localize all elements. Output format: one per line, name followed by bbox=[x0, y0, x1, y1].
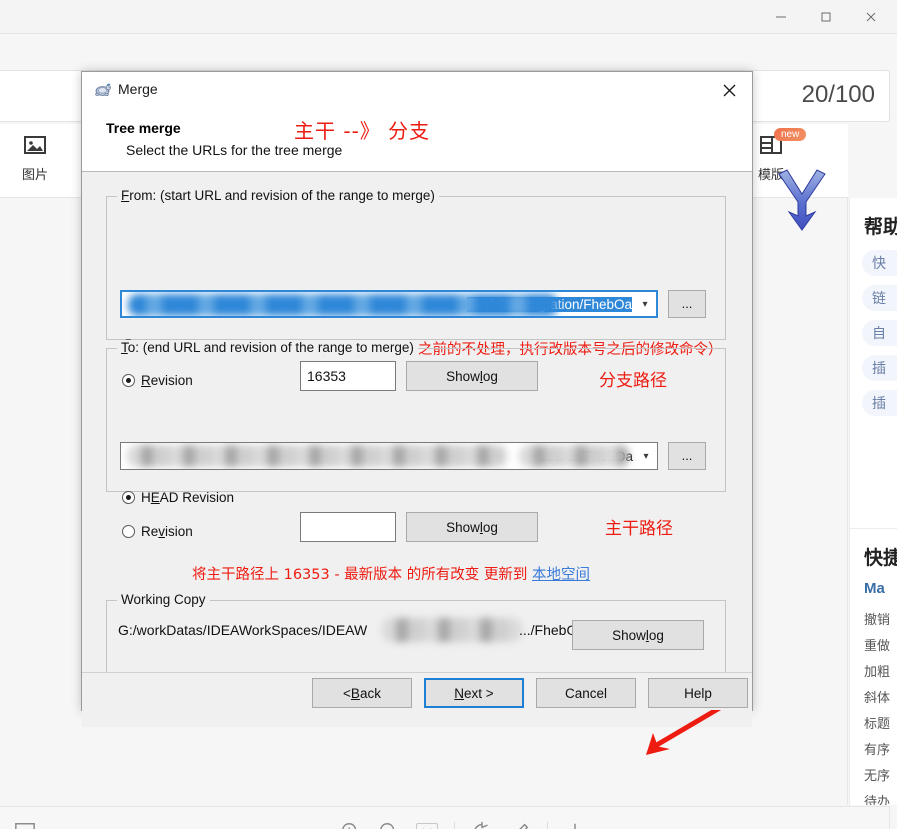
dialog-body: From: (start URL and revision of the ran… bbox=[82, 172, 752, 755]
from-browse-button[interactable]: ... bbox=[668, 290, 706, 318]
window-minimize-icon[interactable] bbox=[758, 0, 803, 34]
rotate-icon[interactable] bbox=[471, 821, 493, 829]
to-group-legend: To: (end URL and revision of the range t… bbox=[117, 340, 418, 355]
help-shortcut-item-7: 待办 bbox=[864, 794, 891, 805]
pencil-icon[interactable] bbox=[509, 821, 531, 829]
help-panel: 帮助 快 链 自 插 插 快捷 Ma 撤销 重做 加粗 斜体 标题 有序 无序 … bbox=[849, 198, 897, 805]
chevron-down-icon[interactable]: ▾ bbox=[635, 451, 657, 462]
to-head-revision-radio[interactable]: HEAD Revision bbox=[122, 490, 234, 505]
help-chip-0[interactable]: 快 bbox=[862, 250, 897, 276]
annotation-trunk-to-branch: 主干 --》 分支 bbox=[294, 119, 431, 143]
character-counter: 20/100 bbox=[801, 81, 875, 108]
working-copy-path: G:/workDatas/IDEAWorkSpaces/IDEAW bbox=[118, 622, 367, 638]
help-shortcut-item-1: 重做 bbox=[864, 638, 891, 653]
from-url-combobox[interactable]: FhebOaIntegration/FhebOa ▾ bbox=[120, 290, 658, 318]
help-shortcut-item-3: 斜体 bbox=[864, 690, 891, 705]
to-browse-button[interactable]: ... bbox=[668, 442, 706, 470]
annotation-local-workspace: 本地空间 bbox=[532, 567, 591, 583]
window-controls bbox=[758, 0, 893, 34]
working-copy-show-log-button[interactable]: Show l og bbox=[572, 620, 704, 650]
screen: 20/100 图片 new 模版 帮 快 链 自 插 插 快 Ma 撤销 重做 … bbox=[0, 0, 897, 829]
to-show-log-button[interactable]: Show l og bbox=[406, 512, 538, 542]
from-group-legend: From: (start URL and revision of the ran… bbox=[117, 188, 439, 203]
help-chip-1[interactable]: 链 bbox=[862, 285, 897, 311]
help-shortcut-item-4: 标题 bbox=[864, 716, 891, 731]
help-shortcut-item-2: 加粗 bbox=[864, 664, 891, 679]
to-revision-input[interactable] bbox=[300, 512, 396, 542]
from-url-redacted bbox=[128, 294, 558, 316]
help-button[interactable]: Help bbox=[648, 678, 748, 708]
help-chip-3[interactable]: 插 bbox=[862, 355, 897, 381]
merge-arrow-icon bbox=[774, 168, 830, 237]
next-button[interactable]: Next > bbox=[424, 678, 524, 708]
to-head-revision-label: HEAD Revision bbox=[141, 490, 235, 505]
dialog-heading: Tree merge bbox=[106, 120, 181, 136]
dialog-title-label: Merge bbox=[118, 81, 158, 97]
to-url-redacted-2 bbox=[519, 445, 629, 467]
actual-size-button[interactable]: 1:1 bbox=[416, 823, 438, 829]
to-head-revision-radio-mark bbox=[122, 491, 135, 504]
help-shortcut-subheading: Ma bbox=[864, 580, 885, 597]
window-maximize-icon[interactable] bbox=[803, 0, 848, 34]
merge-dialog: Merge Tree merge Select the URLs for the… bbox=[81, 71, 826, 755]
help-panel-heading: 帮助 bbox=[864, 217, 897, 238]
dialog-close-icon[interactable] bbox=[712, 76, 746, 104]
to-legend-accesskey: T bbox=[121, 340, 128, 355]
chevron-down-icon[interactable]: ▾ bbox=[634, 299, 656, 310]
from-group: From: (start URL and revision of the ran… bbox=[106, 188, 726, 340]
toolbar-item-image[interactable]: 图片 bbox=[4, 132, 66, 183]
back-button[interactable]: < Back bbox=[312, 678, 412, 708]
bottom-toolbar: 1:1 bbox=[0, 806, 890, 829]
toolbar-divider-1 bbox=[454, 822, 455, 829]
to-legend-text: o: (end URL and revision of the range to… bbox=[127, 340, 414, 355]
app-title-bar bbox=[0, 0, 897, 34]
download-icon[interactable] bbox=[564, 821, 586, 829]
to-revision-radio-mark bbox=[122, 525, 135, 538]
help-panel-divider bbox=[850, 528, 897, 529]
help-shortcut-item-0: 撤销 bbox=[864, 612, 891, 627]
image-icon bbox=[22, 132, 48, 158]
layout-icon[interactable] bbox=[14, 821, 36, 829]
zoom-in-icon[interactable] bbox=[340, 821, 362, 829]
from-legend-text: rom: (start URL and revision of the rang… bbox=[129, 188, 435, 203]
tortoisesvn-icon bbox=[94, 82, 111, 102]
dialog-header: Tree merge Select the URLs for the tree … bbox=[82, 108, 752, 172]
dialog-footer: < Back Next > Cancel Help bbox=[82, 672, 752, 710]
annotation-trunk-path: 主干路径 bbox=[605, 519, 673, 539]
working-copy-legend: Working Copy bbox=[117, 592, 210, 607]
help-shortcut-item-5: 有序 bbox=[864, 742, 891, 757]
to-url-combobox[interactable]: source/FhebOa ▾ bbox=[120, 442, 658, 470]
to-revision-label: Revision bbox=[141, 524, 193, 539]
dialog-subheading: Select the URLs for the tree merge bbox=[126, 142, 343, 158]
to-revision-radio[interactable]: Revision bbox=[122, 524, 193, 539]
working-copy-path-head: G:/workDatas/IDEAWorkSpaces/IDEAW bbox=[118, 622, 368, 638]
annotation-update-red-text: 将主干路径上 16353 - 最新版本 的所有改变 更新到 bbox=[192, 567, 533, 583]
dialog-title-bar[interactable]: Merge bbox=[82, 72, 752, 108]
toolbar-item-image-label: 图片 bbox=[21, 167, 48, 182]
annotation-update-to-local: 将主干路径上 16353 - 最新版本 的所有改变 更新到 本地空间 bbox=[192, 563, 590, 584]
working-copy-path-redacted bbox=[382, 618, 522, 642]
help-chip-4[interactable]: 插 bbox=[862, 390, 897, 416]
zoom-out-icon[interactable] bbox=[378, 821, 400, 829]
window-close-icon[interactable] bbox=[848, 0, 893, 34]
to-url-redacted-1 bbox=[127, 445, 507, 467]
help-chip-2[interactable]: 自 bbox=[862, 320, 897, 346]
toolbar-divider-2 bbox=[547, 822, 548, 829]
help-shortcut-item-6: 无序 bbox=[864, 768, 891, 783]
cancel-button[interactable]: Cancel bbox=[536, 678, 636, 708]
to-group: To: (end URL and revision of the range t… bbox=[106, 340, 726, 492]
help-shortcut-heading: 快捷 bbox=[864, 548, 897, 569]
template-new-badge: new bbox=[774, 128, 807, 141]
viewer-controls: 1:1 bbox=[340, 821, 586, 829]
from-legend-accesskey: F bbox=[121, 188, 130, 203]
